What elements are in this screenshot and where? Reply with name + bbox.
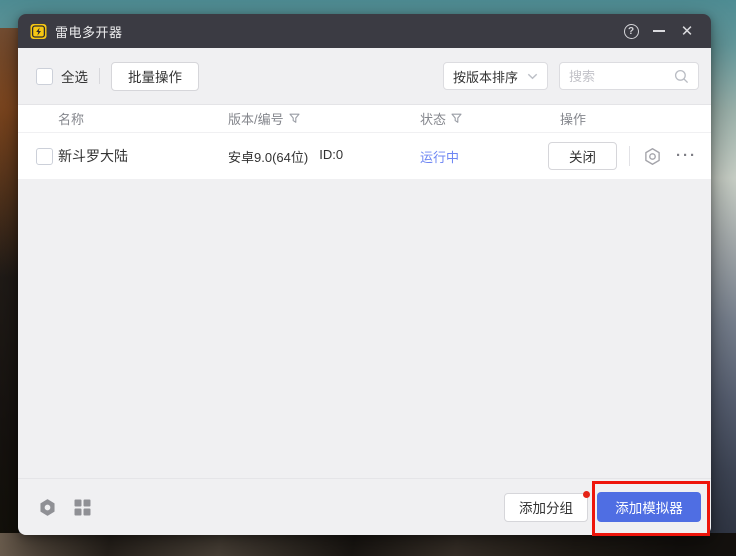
window-title: 雷电多开器 [55,22,123,41]
titlebar: 雷电多开器 ? ✕ [18,14,711,48]
header-name: 名称 [58,109,228,128]
table-row: 新斗罗大陆 安卓9.0(64位) ID:0 运行中 关闭 ··· [18,132,711,179]
version-filter-icon[interactable] [289,113,300,124]
chevron-down-icon [527,73,538,80]
toolbar-right-group: 按版本排序 [443,62,699,90]
more-options-ellipsis-icon[interactable]: ··· [676,151,697,161]
header-operations: 操作 [548,109,711,128]
close-button[interactable]: ✕ [673,18,701,44]
sort-dropdown-value: 按版本排序 [453,67,518,86]
empty-list-area [18,179,711,478]
search-input[interactable] [569,69,674,84]
search-icon [674,69,689,84]
table-header: 名称 版本/编号 状态 操作 [18,104,711,132]
desktop-left-cliff [0,28,19,556]
instance-status: 运行中 [420,147,548,166]
instance-version: 安卓9.0(64位) ID:0 [228,147,420,166]
minimize-icon [653,30,665,32]
select-all-checkbox[interactable] [36,68,53,85]
instance-os: 安卓9.0(64位) [228,147,308,166]
desktop-bottom-mountain [0,533,736,556]
select-all-label: 全选 [61,66,88,86]
instance-id: ID:0 [319,147,343,166]
footer-bar: 添加分组 添加模拟器 [18,478,711,535]
app-logo-icon [30,23,47,40]
sort-dropdown[interactable]: 按版本排序 [443,62,548,90]
add-group-label: 添加分组 [519,497,573,517]
help-button[interactable]: ? [617,18,645,44]
batch-operations-button[interactable]: 批量操作 [111,62,199,91]
notification-dot [583,491,590,498]
toolbar-divider [99,68,100,84]
header-version: 版本/编号 [228,109,420,128]
header-status: 状态 [420,109,548,128]
ops-divider [629,146,630,166]
add-group-button[interactable]: 添加分组 [504,493,588,522]
row-checkbox[interactable] [36,148,53,165]
window-controls: ? ✕ [617,18,701,44]
toolbar: 全选 批量操作 按版本排序 [18,48,711,104]
instance-name: 新斗罗大陆 [58,146,228,166]
minimize-button[interactable] [645,18,673,44]
app-window: 雷电多开器 ? ✕ 全选 批量操作 按版本排序 [18,14,711,535]
instance-settings-gear-icon[interactable] [642,146,663,167]
close-icon: ✕ [681,24,694,39]
search-box [559,62,699,90]
stop-instance-button[interactable]: 关闭 [548,142,617,170]
help-icon: ? [624,24,639,39]
grid-view-icon[interactable] [74,499,91,516]
footer-settings-gear-icon[interactable] [38,498,57,517]
status-filter-icon[interactable] [451,113,462,124]
add-emulator-button[interactable]: 添加模拟器 [597,492,701,522]
instance-operations: 关闭 ··· [548,142,711,170]
